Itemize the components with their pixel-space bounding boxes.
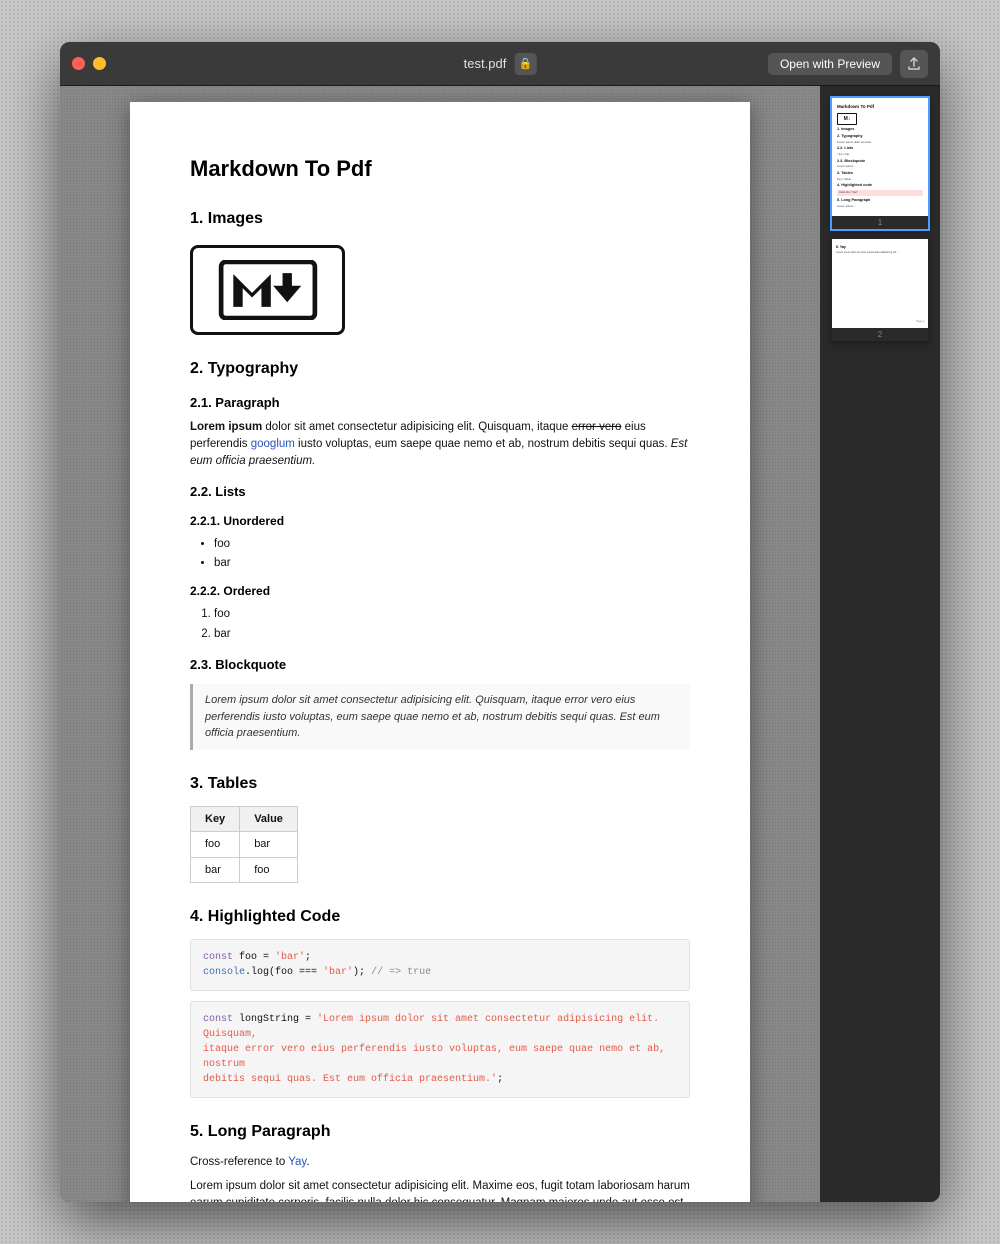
table-cell: bar	[240, 832, 298, 858]
titlebar-center: test.pdf 🔒	[464, 53, 537, 75]
thumbnails-sidebar: Markdown To Pdf M↓ 1. Images 2. Typograp…	[820, 86, 940, 1202]
minimize-button[interactable]	[93, 57, 106, 70]
list-item: bar	[214, 626, 690, 643]
lock-icon[interactable]: 🔒	[514, 53, 536, 75]
section-2-heading: 2. Typography	[190, 357, 690, 381]
section-3-heading: 3. Tables	[190, 772, 690, 796]
file-title: test.pdf	[464, 56, 507, 71]
data-table: Key Value foo bar bar foo	[190, 806, 298, 884]
section-1-heading: 1. Images	[190, 207, 690, 231]
thumbnail-page-2[interactable]: 6. Yay Lorem ipsum dolor sit amet consec…	[832, 239, 928, 341]
ordered-list: foo bar	[190, 606, 690, 643]
titlebar-right: Open with Preview	[768, 50, 928, 78]
markdown-logo	[190, 245, 345, 335]
section-2-2-heading: 2.2. Lists	[190, 482, 690, 502]
list-item: foo	[214, 536, 690, 553]
table-cell: foo	[240, 857, 298, 883]
section-2-2-2-heading: 2.2.2. Ordered	[190, 582, 690, 600]
pdf-viewer[interactable]: Markdown To Pdf 1. Images 2. Typography …	[60, 86, 820, 1202]
pdf-page: Markdown To Pdf 1. Images 2. Typography …	[130, 102, 750, 1202]
table-header-key: Key	[191, 806, 240, 832]
table-header-value: Value	[240, 806, 298, 832]
table-row: bar foo	[191, 857, 298, 883]
share-button[interactable]	[900, 50, 928, 78]
strikethrough-text: error vero	[572, 421, 622, 433]
app-window: test.pdf 🔒 Open with Preview Markdown To…	[60, 42, 940, 1202]
section-2-2-1-heading: 2.2.1. Unordered	[190, 512, 690, 530]
list-item: foo	[214, 606, 690, 623]
code-block-2: const longString = 'Lorem ipsum dolor si…	[190, 1001, 690, 1098]
long-paragraph: Lorem ipsum dolor sit amet consectetur a…	[190, 1178, 690, 1203]
doc-title: Markdown To Pdf	[190, 152, 690, 185]
section-5-heading: 5. Long Paragraph	[190, 1120, 690, 1144]
section-4-heading: 4. Highlighted Code	[190, 905, 690, 929]
googlum-link[interactable]: googlum	[251, 438, 295, 450]
unordered-list: foo bar	[190, 536, 690, 573]
code-block-1: const foo = 'bar'; console.log(foo === '…	[190, 939, 690, 991]
table-row: foo bar	[191, 832, 298, 858]
table-cell: foo	[191, 832, 240, 858]
close-button[interactable]	[72, 57, 85, 70]
table-cell: bar	[191, 857, 240, 883]
section-2-3-heading: 2.3. Blockquote	[190, 655, 690, 675]
thumbnail-page-1[interactable]: Markdown To Pdf M↓ 1. Images 2. Typograp…	[832, 98, 928, 229]
yay-link[interactable]: Yay	[288, 1156, 306, 1168]
content-area: Markdown To Pdf 1. Images 2. Typography …	[60, 86, 940, 1202]
paragraph-2-1: Lorem ipsum dolor sit amet consectetur a…	[190, 419, 690, 471]
blockquote: Lorem ipsum dolor sit amet consectetur a…	[190, 684, 690, 750]
section-2-1-heading: 2.1. Paragraph	[190, 393, 690, 413]
cross-reference: Cross-reference to Yay.	[190, 1154, 690, 1171]
titlebar: test.pdf 🔒 Open with Preview	[60, 42, 940, 86]
list-item: bar	[214, 555, 690, 572]
open-with-preview-button[interactable]: Open with Preview	[768, 53, 892, 75]
traffic-lights	[72, 57, 106, 70]
